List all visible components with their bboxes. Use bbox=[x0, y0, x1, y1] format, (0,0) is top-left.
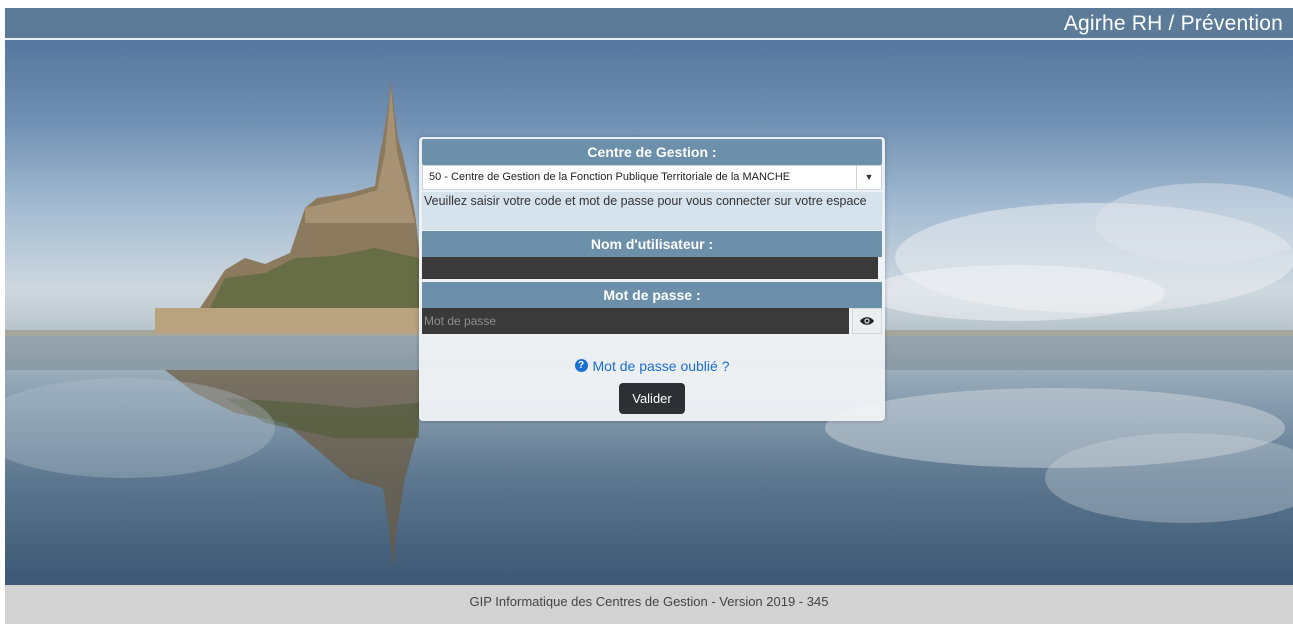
password-label: Mot de passe : bbox=[422, 282, 882, 308]
centre-gestion-label: Centre de Gestion : bbox=[422, 139, 882, 165]
username-label: Nom d'utilisateur : bbox=[422, 231, 882, 257]
show-password-button[interactable] bbox=[852, 308, 882, 334]
footer-version-text: GIP Informatique des Centres de Gestion … bbox=[469, 594, 829, 609]
page-frame: Agirhe RH / Prévention Centre de Gestion… bbox=[5, 8, 1293, 624]
submit-button[interactable]: Valider bbox=[619, 383, 685, 414]
username-input[interactable] bbox=[422, 257, 878, 279]
app-title: Agirhe RH / Prévention bbox=[1063, 12, 1283, 35]
login-panel: Centre de Gestion : 50 - Centre de Gesti… bbox=[419, 137, 885, 421]
forgot-password-row: ? Mot de passe oublié ? bbox=[419, 355, 885, 374]
centre-gestion-selected-value: 50 - Centre de Gestion de la Fonction Pu… bbox=[429, 171, 791, 183]
password-input[interactable] bbox=[422, 308, 849, 334]
top-bar: Agirhe RH / Prévention bbox=[5, 8, 1293, 40]
centre-gestion-select[interactable]: 50 - Centre de Gestion de la Fonction Pu… bbox=[422, 165, 882, 190]
forgot-password-link[interactable]: ? Mot de passe oublié ? bbox=[574, 357, 730, 374]
forgot-password-label: Mot de passe oublié ? bbox=[592, 357, 730, 374]
login-instructions: Veuillez saisir votre code et mot de pas… bbox=[422, 192, 882, 230]
eye-icon bbox=[860, 317, 874, 325]
chevron-down-icon[interactable]: ▼ bbox=[856, 166, 881, 189]
password-row bbox=[422, 308, 882, 334]
footer: GIP Informatique des Centres de Gestion … bbox=[5, 585, 1293, 624]
question-circle-icon: ? bbox=[574, 359, 588, 372]
